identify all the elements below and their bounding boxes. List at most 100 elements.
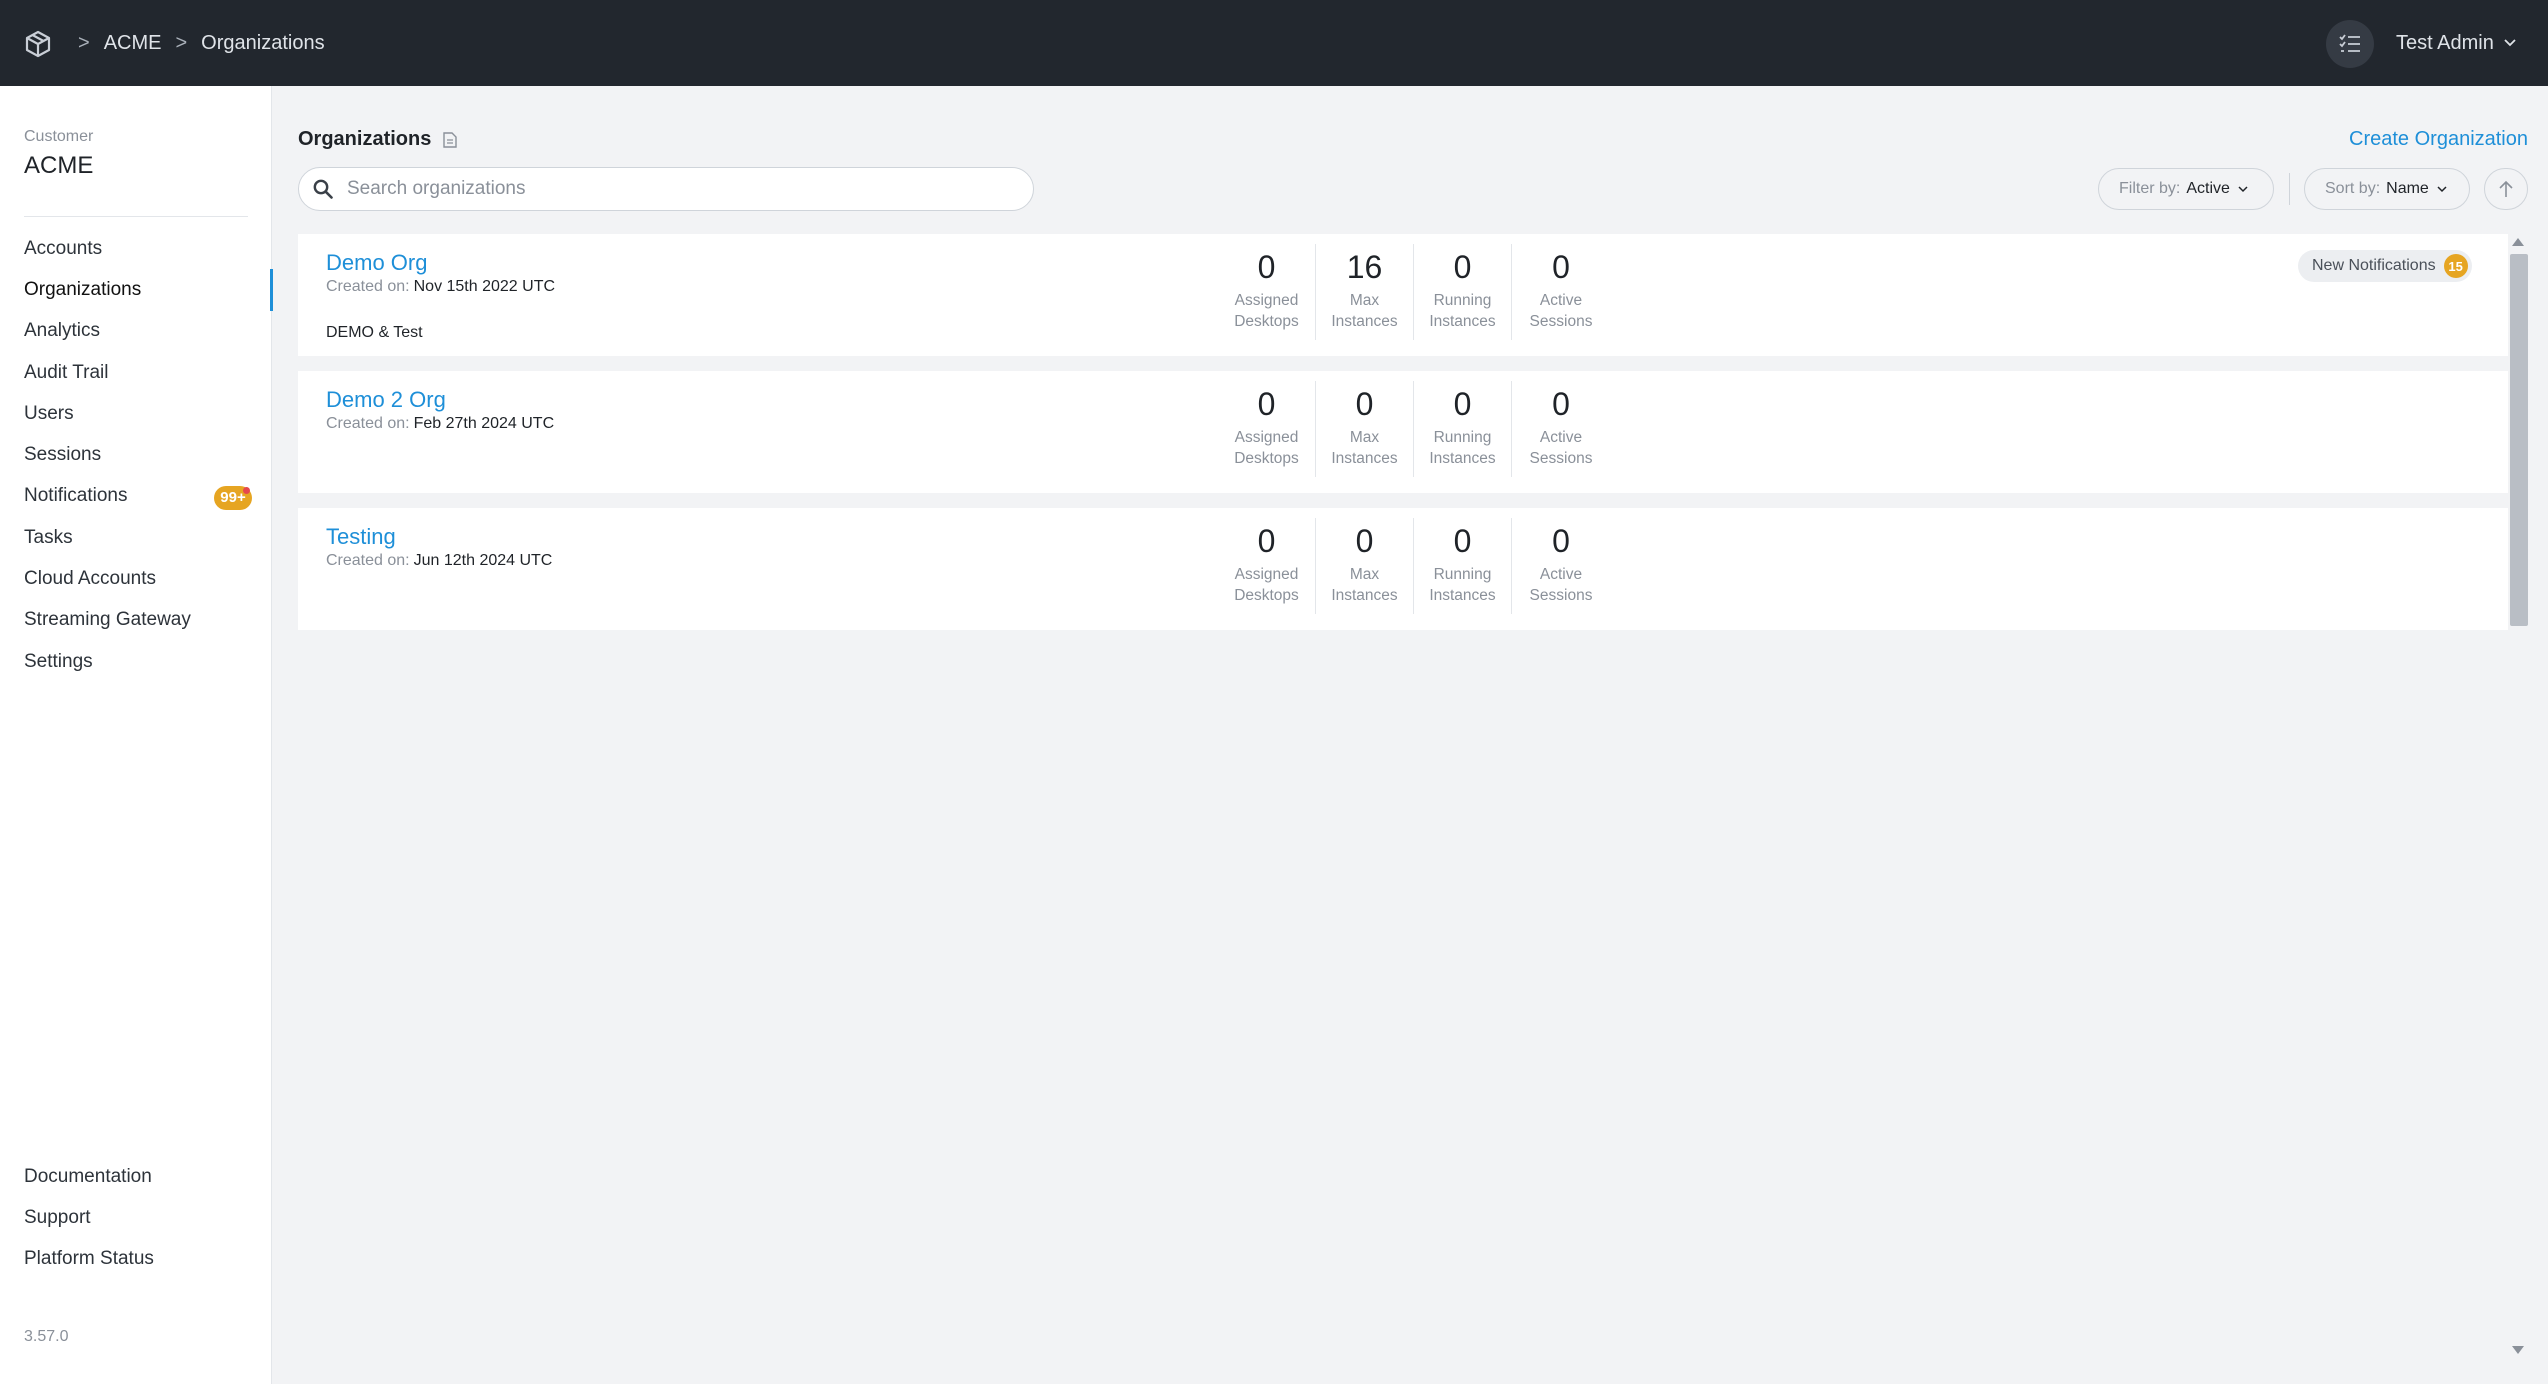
sidebar-item-analytics[interactable]: Analytics xyxy=(0,311,272,352)
new-notifications-badge[interactable]: New Notifications 15 xyxy=(2298,250,2472,282)
sort-label: Sort by: xyxy=(2325,180,2381,197)
sidebar-item-label: Tasks xyxy=(24,526,73,548)
stat-running-instances: 0 Running Instances xyxy=(1414,518,1512,614)
stat-label: Running Instances xyxy=(1429,566,1496,604)
sidebar-item-label: Sessions xyxy=(24,444,102,466)
sidebar-item-settings[interactable]: Settings xyxy=(0,641,272,682)
sort-direction-button[interactable] xyxy=(2484,168,2528,210)
stat-label: Assigned Desktops xyxy=(1234,292,1299,330)
stat-max-instances: 0 Max Instances xyxy=(1316,381,1414,477)
sidebar-item-cloud-accounts[interactable]: Cloud Accounts xyxy=(0,558,272,599)
chevron-down-icon xyxy=(2238,185,2248,192)
toolbar-divider xyxy=(2289,173,2290,205)
stat-max-instances: 0 Max Instances xyxy=(1316,518,1414,614)
search-box xyxy=(298,167,1034,211)
stat-value: 0 xyxy=(1257,249,1276,285)
stat-value: 0 xyxy=(1552,523,1570,559)
org-name-link[interactable]: Demo Org xyxy=(326,250,427,276)
sidebar-item-label: Accounts xyxy=(24,237,103,259)
sidebar-item-label: Documentation xyxy=(24,1165,152,1187)
sidebar-item-streaming-gateway[interactable]: Streaming Gateway xyxy=(0,600,272,641)
customer-name: ACME xyxy=(24,152,94,179)
stat-label: Active Sessions xyxy=(1529,429,1593,467)
sidebar-item-organizations[interactable]: Organizations xyxy=(0,269,273,311)
stat-value: 0 xyxy=(1453,523,1472,559)
org-stats: 0 Assigned Desktops 0 Max Instances 0 Runni… xyxy=(1218,381,1610,477)
sidebar-item-tasks[interactable]: Tasks xyxy=(0,517,272,558)
user-name: Test Admin xyxy=(2396,31,2494,54)
sidebar-item-label: Settings xyxy=(24,650,93,672)
customer-label: Customer xyxy=(24,128,94,145)
sidebar-item-accounts[interactable]: Accounts xyxy=(0,228,272,269)
stat-assigned-desktops: 0 Assigned Desktops xyxy=(1218,381,1316,477)
sidebar-item-platform-status[interactable]: Platform Status xyxy=(0,1239,272,1280)
stat-value: 0 xyxy=(1355,523,1374,559)
top-bar: > ACME > Organizations Test Admin xyxy=(0,0,2548,86)
stat-value: 0 xyxy=(1453,249,1472,285)
stat-active-sessions: 0 Active Sessions xyxy=(1512,518,1610,614)
sidebar: Customer ACME Accounts Organizations Ana… xyxy=(0,86,273,1384)
created-date: Jun 12th 2024 UTC xyxy=(413,552,553,569)
alert-dot xyxy=(243,486,250,494)
stat-label: Running Instances xyxy=(1429,292,1496,330)
create-organization-link[interactable]: Create Organization xyxy=(2349,128,2528,151)
sidebar-item-label: Audit Trail xyxy=(24,361,109,383)
org-stats: 0 Assigned Desktops 0 Max Instances 0 Runni… xyxy=(1218,518,1610,614)
org-stats: 0 Assigned Desktops 16 Max Instances 0 Runn… xyxy=(1218,244,1610,340)
user-menu[interactable]: Test Admin xyxy=(2396,0,2516,86)
sidebar-item-users[interactable]: Users xyxy=(0,393,272,434)
sidebar-item-documentation[interactable]: Documentation xyxy=(0,1156,272,1197)
sidebar-item-audit-trail[interactable]: Audit Trail xyxy=(0,352,272,393)
sidebar-item-label: Platform Status xyxy=(24,1248,154,1270)
stat-label: Max Instances xyxy=(1331,429,1398,467)
stat-running-instances: 0 Running Instances xyxy=(1414,381,1512,477)
org-description: DEMO & Test xyxy=(326,324,423,341)
breadcrumb: > ACME > Organizations xyxy=(64,0,325,86)
arrow-up-icon xyxy=(2499,180,2513,197)
sidebar-item-label: Support xyxy=(24,1206,91,1228)
document-icon[interactable] xyxy=(443,131,458,148)
notifications-badge: 99+ xyxy=(214,485,252,510)
stat-label: Assigned Desktops xyxy=(1234,429,1299,467)
stat-value: 0 xyxy=(1453,386,1472,422)
org-card-demo-2-org: Demo 2 Org Created on: Feb 27th 2024 UTC … xyxy=(298,371,2508,493)
created-label: Created on: xyxy=(326,278,410,295)
org-created: Created on: Feb 27th 2024 UTC xyxy=(326,415,554,433)
breadcrumb-organizations: Organizations xyxy=(201,31,325,54)
breadcrumb-acme[interactable]: ACME xyxy=(104,32,162,55)
stat-label: Active Sessions xyxy=(1529,566,1593,604)
org-name-link[interactable]: Demo 2 Org xyxy=(326,387,446,413)
sort-dropdown[interactable]: Sort by: Name xyxy=(2304,168,2470,210)
breadcrumb-separator: > xyxy=(78,31,90,54)
page-title: Organizations xyxy=(298,128,458,151)
notifications-label: New Notifications xyxy=(2312,257,2436,274)
sidebar-item-support[interactable]: Support xyxy=(0,1197,272,1238)
scroll-down-arrow-icon[interactable] xyxy=(2512,1346,2524,1354)
sort-value: Name xyxy=(2386,180,2429,197)
stat-value: 0 xyxy=(1552,249,1570,285)
sidebar-item-notifications[interactable]: Notifications 99+ xyxy=(0,476,272,517)
scroll-up-arrow-icon[interactable] xyxy=(2512,238,2524,246)
stat-active-sessions: 0 Active Sessions xyxy=(1512,381,1610,477)
sidebar-item-label: Users xyxy=(24,402,74,424)
stat-label: Running Instances xyxy=(1429,429,1496,467)
created-date: Nov 15th 2022 UTC xyxy=(413,278,556,295)
sidebar-item-sessions[interactable]: Sessions xyxy=(0,434,272,475)
search-input[interactable] xyxy=(347,178,1007,200)
filter-value: Active xyxy=(2186,180,2230,197)
sidebar-item-label: Notifications xyxy=(24,485,128,507)
checklist-icon xyxy=(2339,34,2360,52)
stat-running-instances: 0 Running Instances xyxy=(1414,244,1512,340)
filter-dropdown[interactable]: Filter by: Active xyxy=(2098,168,2274,210)
stat-label: Assigned Desktops xyxy=(1234,566,1299,604)
tasks-button[interactable] xyxy=(2326,20,2374,68)
stat-value: 0 xyxy=(1257,386,1276,422)
chevron-down-icon xyxy=(2437,185,2447,192)
org-card-testing: Testing Created on: Jun 12th 2024 UTC 0 As… xyxy=(298,508,2508,630)
org-created: Created on: Jun 12th 2024 UTC xyxy=(326,552,552,570)
org-name-link[interactable]: Testing xyxy=(326,524,396,550)
stat-label: Active Sessions xyxy=(1529,292,1593,330)
search-icon xyxy=(313,179,333,199)
cube-logo-icon[interactable] xyxy=(24,30,52,58)
scrollbar-thumb[interactable] xyxy=(2510,254,2528,626)
